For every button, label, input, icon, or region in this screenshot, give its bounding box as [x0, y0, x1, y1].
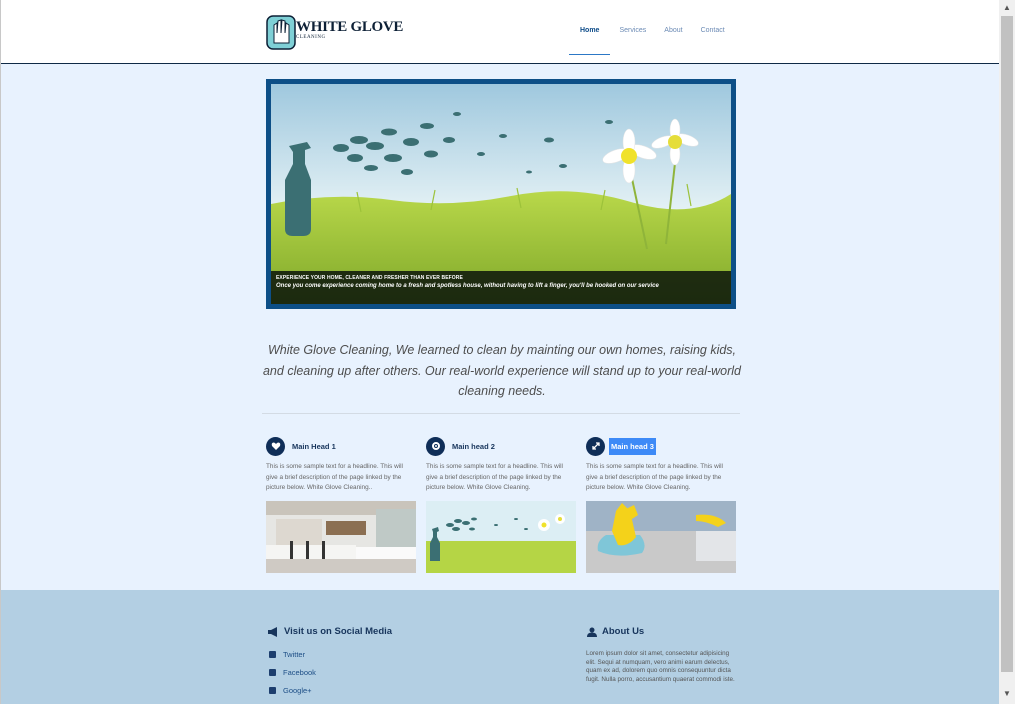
googleplus-link[interactable]: Google+: [269, 686, 312, 695]
user-icon: [587, 627, 597, 637]
logo-subtext: CLEANING: [296, 35, 326, 40]
twitter-icon: [269, 651, 276, 658]
glove-logo-icon: [266, 15, 296, 50]
feature-text-2: This is some sample text for a headline.…: [426, 463, 563, 491]
nav-about[interactable]: About: [655, 0, 691, 55]
feature-column-1: Main Head 1 This is some sample text for…: [266, 436, 416, 573]
hero-caption-title: EXPERIENCE YOUR HOME, CLEANER AND FRESHE…: [276, 275, 463, 281]
logo[interactable]: WHITE GLOVE CLEANING: [266, 13, 403, 53]
feature-title-1[interactable]: Main Head 1: [292, 442, 336, 451]
feature-text-3: This is some sample text for a headline.…: [586, 463, 723, 491]
megaphone-icon: [268, 626, 277, 637]
nav-contact[interactable]: Contact: [692, 0, 734, 55]
social-heading: Visit us on Social Media: [267, 626, 392, 637]
feature-title-3[interactable]: Main head 3: [609, 437, 656, 455]
logo-text: WHITE GLOVE: [296, 19, 404, 35]
main-nav: Home Services About Contact: [569, 0, 734, 55]
hero-caption: EXPERIENCE YOUR HOME, CLEANER AND FRESHE…: [271, 271, 731, 304]
site-header: WHITE GLOVE CLEANING Home Services About…: [1, 0, 999, 64]
nav-home[interactable]: Home: [569, 0, 611, 55]
facebook-link[interactable]: Facebook: [269, 668, 316, 677]
hero-slider[interactable]: EXPERIENCE YOUR HOME, CLEANER AND FRESHE…: [266, 79, 736, 309]
feature-text-1: This is some sample text for a headline.…: [266, 463, 403, 491]
about-text: Lorem ipsum dolor sit amet, consectetur …: [586, 650, 735, 683]
gear-icon: [426, 436, 445, 456]
scrollbar-thumb[interactable]: [1001, 16, 1013, 672]
googleplus-label: Google+: [283, 686, 312, 695]
facebook-label: Facebook: [283, 668, 316, 677]
social-heading-text: Visit us on Social Media: [284, 626, 393, 637]
section-divider: [262, 413, 740, 414]
kitchen-image[interactable]: [266, 501, 416, 573]
cleaning-glove-image[interactable]: [586, 501, 736, 573]
feature-column-2: Main head 2 This is some sample text for…: [426, 436, 576, 573]
site-footer: [1, 590, 999, 704]
twitter-link[interactable]: Twitter: [269, 650, 305, 659]
feature-title-2[interactable]: Main head 2: [452, 442, 495, 451]
facebook-icon: [269, 669, 276, 676]
googleplus-icon: [269, 687, 276, 694]
scroll-down-icon[interactable]: ▼: [1002, 689, 1012, 699]
about-heading: About Us: [587, 626, 644, 637]
twitter-label: Twitter: [283, 650, 306, 659]
expand-icon: [586, 436, 605, 456]
hero-caption-text: Once you come experience coming home to …: [276, 283, 659, 289]
heart-icon: [266, 436, 285, 456]
nav-services[interactable]: Services: [610, 0, 655, 55]
intro-text: White Glove Cleaning, We learned to clea…: [262, 343, 742, 398]
spray-field-image[interactable]: [426, 501, 576, 573]
scroll-up-icon[interactable]: ▲: [1002, 3, 1012, 13]
vertical-scrollbar[interactable]: ▲ ▼: [999, 0, 1015, 704]
feature-column-3: Main head 3 This is some sample text for…: [586, 436, 736, 573]
about-heading-text: About Us: [602, 626, 645, 637]
